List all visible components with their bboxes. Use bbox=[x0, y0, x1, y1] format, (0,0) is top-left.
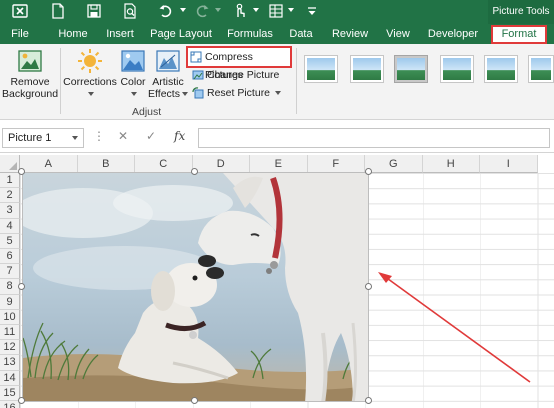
resize-handle-left[interactable] bbox=[18, 283, 25, 290]
group-separator bbox=[60, 48, 61, 114]
dogs-photo bbox=[23, 173, 368, 401]
print-preview-icon[interactable] bbox=[122, 3, 138, 19]
row-header-6[interactable]: 6 bbox=[0, 249, 20, 265]
row-header-16[interactable]: 16 bbox=[0, 401, 20, 408]
picture-style-simple-frame-white[interactable] bbox=[304, 55, 338, 83]
row-header-7[interactable]: 7 bbox=[0, 264, 20, 280]
tab-developer[interactable]: Developer bbox=[424, 24, 482, 44]
column-header-f[interactable]: F bbox=[307, 155, 365, 173]
picture-style-beveled-matte[interactable] bbox=[350, 55, 384, 83]
tab-page-layout[interactable]: Page Layout bbox=[148, 24, 214, 44]
cancel-icon[interactable]: ✕ bbox=[118, 129, 128, 143]
compress-pictures-button[interactable]: Compress Pictures bbox=[186, 46, 292, 81]
color-dropdown-icon bbox=[131, 92, 137, 97]
reset-picture-dropdown-icon bbox=[275, 91, 282, 96]
formula-bar: Picture 1 ⋮ ✕ ✓ fx bbox=[0, 121, 554, 153]
resize-handle-bottom-left[interactable] bbox=[18, 397, 25, 404]
excel-logo-icon bbox=[12, 3, 28, 19]
resize-handle-right[interactable] bbox=[365, 283, 372, 290]
color-picture-icon bbox=[120, 48, 146, 74]
corrections-dropdown-icon bbox=[88, 92, 94, 97]
tab-formulas[interactable]: Formulas bbox=[224, 24, 276, 44]
change-picture-button[interactable]: Change Picture bbox=[190, 66, 279, 84]
column-header-e[interactable]: E bbox=[250, 155, 308, 173]
column-header-g[interactable]: G bbox=[365, 155, 423, 173]
row-header-5[interactable]: 5 bbox=[0, 233, 20, 249]
tab-home[interactable]: Home bbox=[54, 24, 92, 44]
undo-dropdown-icon[interactable] bbox=[180, 8, 186, 12]
row-header-12[interactable]: 12 bbox=[0, 340, 20, 356]
reset-picture-button[interactable]: Reset Picture bbox=[190, 84, 282, 102]
row-header-11[interactable]: 11 bbox=[0, 325, 20, 341]
row-header-1[interactable]: 1 bbox=[0, 173, 20, 189]
picture-style-soft-edge[interactable] bbox=[528, 55, 554, 83]
artistic-effects-icon bbox=[155, 48, 181, 74]
change-picture-icon bbox=[192, 69, 204, 81]
resize-handle-bottom-right[interactable] bbox=[365, 397, 372, 404]
corrections-button[interactable]: Corrections bbox=[62, 48, 118, 100]
redo-dropdown-icon[interactable] bbox=[215, 8, 221, 12]
row-header-13[interactable]: 13 bbox=[0, 355, 20, 371]
column-header-h[interactable]: H bbox=[422, 155, 480, 173]
picture-style-drop-shadow[interactable] bbox=[440, 55, 474, 83]
row-header-4[interactable]: 4 bbox=[0, 218, 20, 234]
customize-qat-icon[interactable] bbox=[304, 3, 320, 19]
formula-input[interactable] bbox=[198, 128, 550, 148]
redo-icon[interactable] bbox=[194, 3, 210, 19]
tab-format[interactable]: Format bbox=[491, 25, 547, 44]
remove-background-button[interactable]: Remove Background bbox=[2, 48, 58, 100]
ribbon: Remove Background Corrections Color Arti… bbox=[0, 44, 554, 120]
form-icon[interactable] bbox=[268, 3, 284, 19]
resize-handle-top[interactable] bbox=[191, 168, 198, 175]
row-header-10[interactable]: 10 bbox=[0, 309, 20, 325]
row-header-15[interactable]: 15 bbox=[0, 385, 20, 401]
undo-icon[interactable] bbox=[158, 3, 174, 19]
picture-tools-label: Picture Tools bbox=[488, 0, 554, 24]
name-box-dropdown-icon[interactable] bbox=[72, 136, 78, 140]
select-all-button[interactable] bbox=[0, 155, 20, 173]
new-file-icon[interactable] bbox=[50, 3, 66, 19]
row-header-8[interactable]: 8 bbox=[0, 279, 20, 295]
artistic-effects-button[interactable]: Artistic Effects bbox=[148, 48, 188, 100]
tab-view[interactable]: View bbox=[382, 24, 414, 44]
row-header-9[interactable]: 9 bbox=[0, 294, 20, 310]
reset-picture-icon bbox=[192, 87, 204, 99]
enter-icon[interactable]: ✓ bbox=[146, 129, 156, 143]
tab-insert[interactable]: Insert bbox=[102, 24, 138, 44]
artistic-effects-dropdown-icon bbox=[181, 92, 188, 97]
formula-bar-grip-icon: ⋮ bbox=[93, 129, 105, 143]
ribbon-tab-row: File Home Insert Page Layout Formulas Da… bbox=[0, 24, 554, 44]
color-button[interactable]: Color bbox=[118, 48, 148, 100]
row-header-14[interactable]: 14 bbox=[0, 370, 20, 386]
touch-dropdown-icon[interactable] bbox=[253, 8, 259, 12]
picture-style-reflected[interactable] bbox=[484, 55, 518, 83]
column-header-i[interactable]: I bbox=[480, 155, 538, 173]
touch-mode-icon[interactable] bbox=[232, 3, 248, 19]
picture-style-metal-frame[interactable] bbox=[394, 55, 428, 83]
column-header-c[interactable]: C bbox=[135, 155, 193, 173]
compress-pictures-icon bbox=[190, 51, 202, 63]
tab-data[interactable]: Data bbox=[286, 24, 316, 44]
form-dropdown-icon[interactable] bbox=[288, 8, 294, 12]
name-box[interactable]: Picture 1 bbox=[2, 128, 84, 148]
row-header-2[interactable]: 2 bbox=[0, 188, 20, 204]
save-icon[interactable] bbox=[86, 3, 102, 19]
remove-background-icon bbox=[17, 48, 43, 74]
title-bar: Picture Tools bbox=[0, 0, 554, 24]
tab-review[interactable]: Review bbox=[328, 24, 372, 44]
tab-file[interactable]: File bbox=[6, 24, 34, 44]
resize-handle-top-right[interactable] bbox=[365, 168, 372, 175]
resize-handle-top-left[interactable] bbox=[18, 168, 25, 175]
group-separator bbox=[296, 48, 297, 114]
column-header-b[interactable]: B bbox=[77, 155, 135, 173]
adjust-group-label: Adjust bbox=[132, 106, 162, 118]
row-header-3[interactable]: 3 bbox=[0, 203, 20, 219]
resize-handle-bottom[interactable] bbox=[191, 397, 198, 404]
picture-object[interactable] bbox=[22, 172, 369, 402]
column-header-d[interactable]: D bbox=[192, 155, 250, 173]
insert-function-icon[interactable]: fx bbox=[174, 129, 185, 143]
column-header-a[interactable]: A bbox=[20, 155, 78, 173]
corrections-sun-icon bbox=[77, 48, 103, 74]
